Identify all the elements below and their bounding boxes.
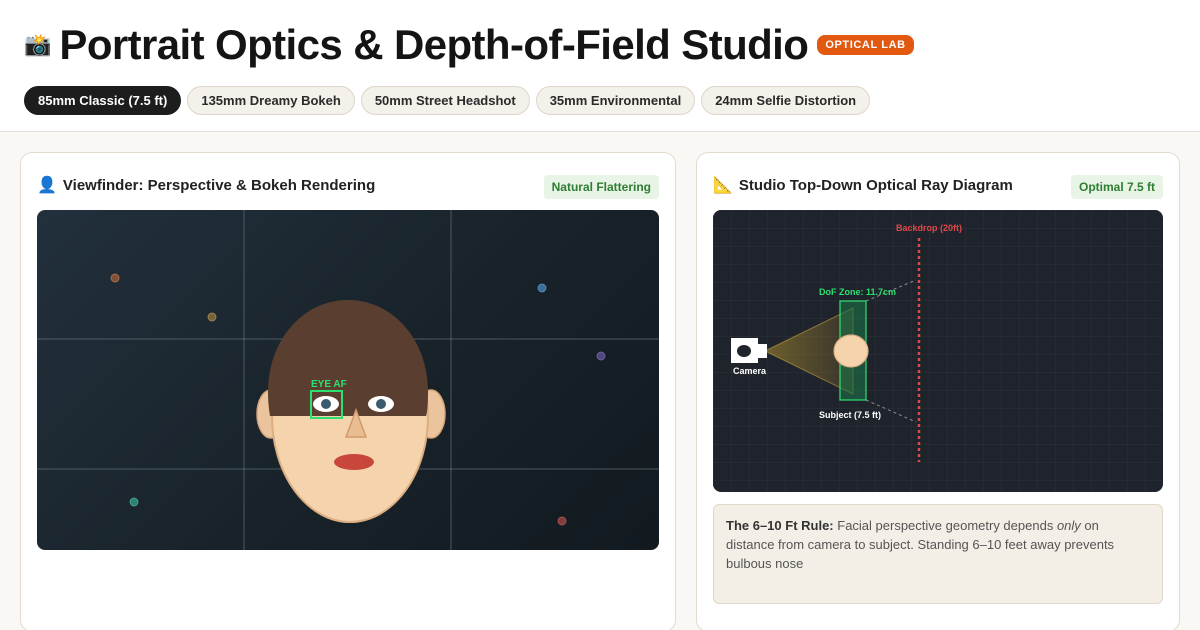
subject-head[interactable] — [833, 334, 869, 368]
right-pupil — [376, 399, 386, 409]
viewfinder-title-wrap: 👤 Viewfinder: Perspective & Bokeh Render… — [37, 175, 375, 195]
hair — [268, 300, 428, 416]
eye-af-label: EYE AF — [311, 379, 347, 390]
lens-preset-tabs: 85mm Classic (7.5 ft) 135mm Dreamy Bokeh… — [24, 86, 871, 115]
camera-aperture — [737, 345, 751, 357]
bokeh-dot — [596, 351, 606, 361]
bokeh-dot — [557, 516, 567, 526]
viewfinder-card: 👤 Viewfinder: Perspective & Bokeh Render… — [20, 152, 676, 630]
title-row: 📸 Portrait Optics & Depth-of-Field Studi… — [24, 20, 914, 70]
tab-35mm-environmental[interactable]: 35mm Environmental — [535, 86, 696, 115]
viewfinder-title: Viewfinder: Perspective & Bokeh Renderin… — [62, 176, 376, 194]
backdrop-label: Backdrop (20ft) — [896, 223, 962, 233]
viewfinder-canvas[interactable]: EYE AF — [37, 210, 659, 550]
optical-lab-badge: OPTICAL LAB — [817, 34, 914, 56]
camera-label: Camera — [733, 366, 767, 376]
optimal-distance-badge: Optimal 7.5 ft — [1070, 175, 1163, 199]
camera-lens — [758, 344, 767, 358]
bokeh-dot — [129, 497, 139, 507]
ray-diagram-title-wrap: 📐 Studio Top-Down Optical Ray Diagram — [713, 175, 1013, 195]
rule-text-a: Facial perspective geometry depends — [833, 518, 1057, 533]
tab-135mm-dreamy-bokeh[interactable]: 135mm Dreamy Bokeh — [187, 86, 355, 115]
dof-zone-label: DoF Zone: 11.7cm — [819, 287, 896, 297]
app-header: 📸 Portrait Optics & Depth-of-Field Studi… — [0, 0, 1200, 132]
rule-text-emphasis: only — [1056, 518, 1081, 533]
ray-diagram-title: Studio Top-Down Optical Ray Diagram — [738, 176, 1013, 194]
bokeh-dot — [207, 312, 217, 322]
person-icon: 👤 — [37, 177, 57, 194]
rule-heading: The 6–10 Ft Rule: — [726, 518, 834, 533]
ray-diagram-card: 📐 Studio Top-Down Optical Ray Diagram Op… — [696, 152, 1180, 630]
distance-rule-note: The 6–10 Ft Rule: Facial perspective geo… — [713, 504, 1163, 604]
subject-label: Subject (7.5 ft) — [819, 410, 881, 420]
bokeh-dot — [537, 283, 547, 293]
triangle-ruler-icon: 📐 — [713, 177, 733, 194]
tab-50mm-street-headshot[interactable]: 50mm Street Headshot — [360, 86, 530, 115]
viewfinder-card-header: 👤 Viewfinder: Perspective & Bokeh Render… — [37, 173, 659, 199]
natural-flattering-badge: Natural Flattering — [543, 175, 659, 199]
viewfinder-svg: EYE AF — [37, 210, 659, 550]
tab-24mm-selfie-distortion[interactable]: 24mm Selfie Distortion — [701, 86, 871, 115]
camera-flash-icon: 📸 — [24, 32, 52, 57]
subject-face — [256, 300, 446, 523]
left-pupil — [321, 399, 331, 409]
ray-diagram-card-header: 📐 Studio Top-Down Optical Ray Diagram Op… — [713, 173, 1163, 199]
page-title: Portrait Optics & Depth-of-Field Studio — [59, 21, 809, 68]
bokeh-dot — [110, 273, 120, 283]
ray-diagram-canvas[interactable]: Backdrop (20ft) DoF Zone: 11.7cm Subject… — [713, 210, 1163, 492]
lips — [334, 454, 374, 470]
tab-85mm-classic[interactable]: 85mm Classic (7.5 ft) — [24, 86, 182, 115]
ray-diagram-svg: Backdrop (20ft) DoF Zone: 11.7cm Subject… — [713, 210, 1163, 492]
